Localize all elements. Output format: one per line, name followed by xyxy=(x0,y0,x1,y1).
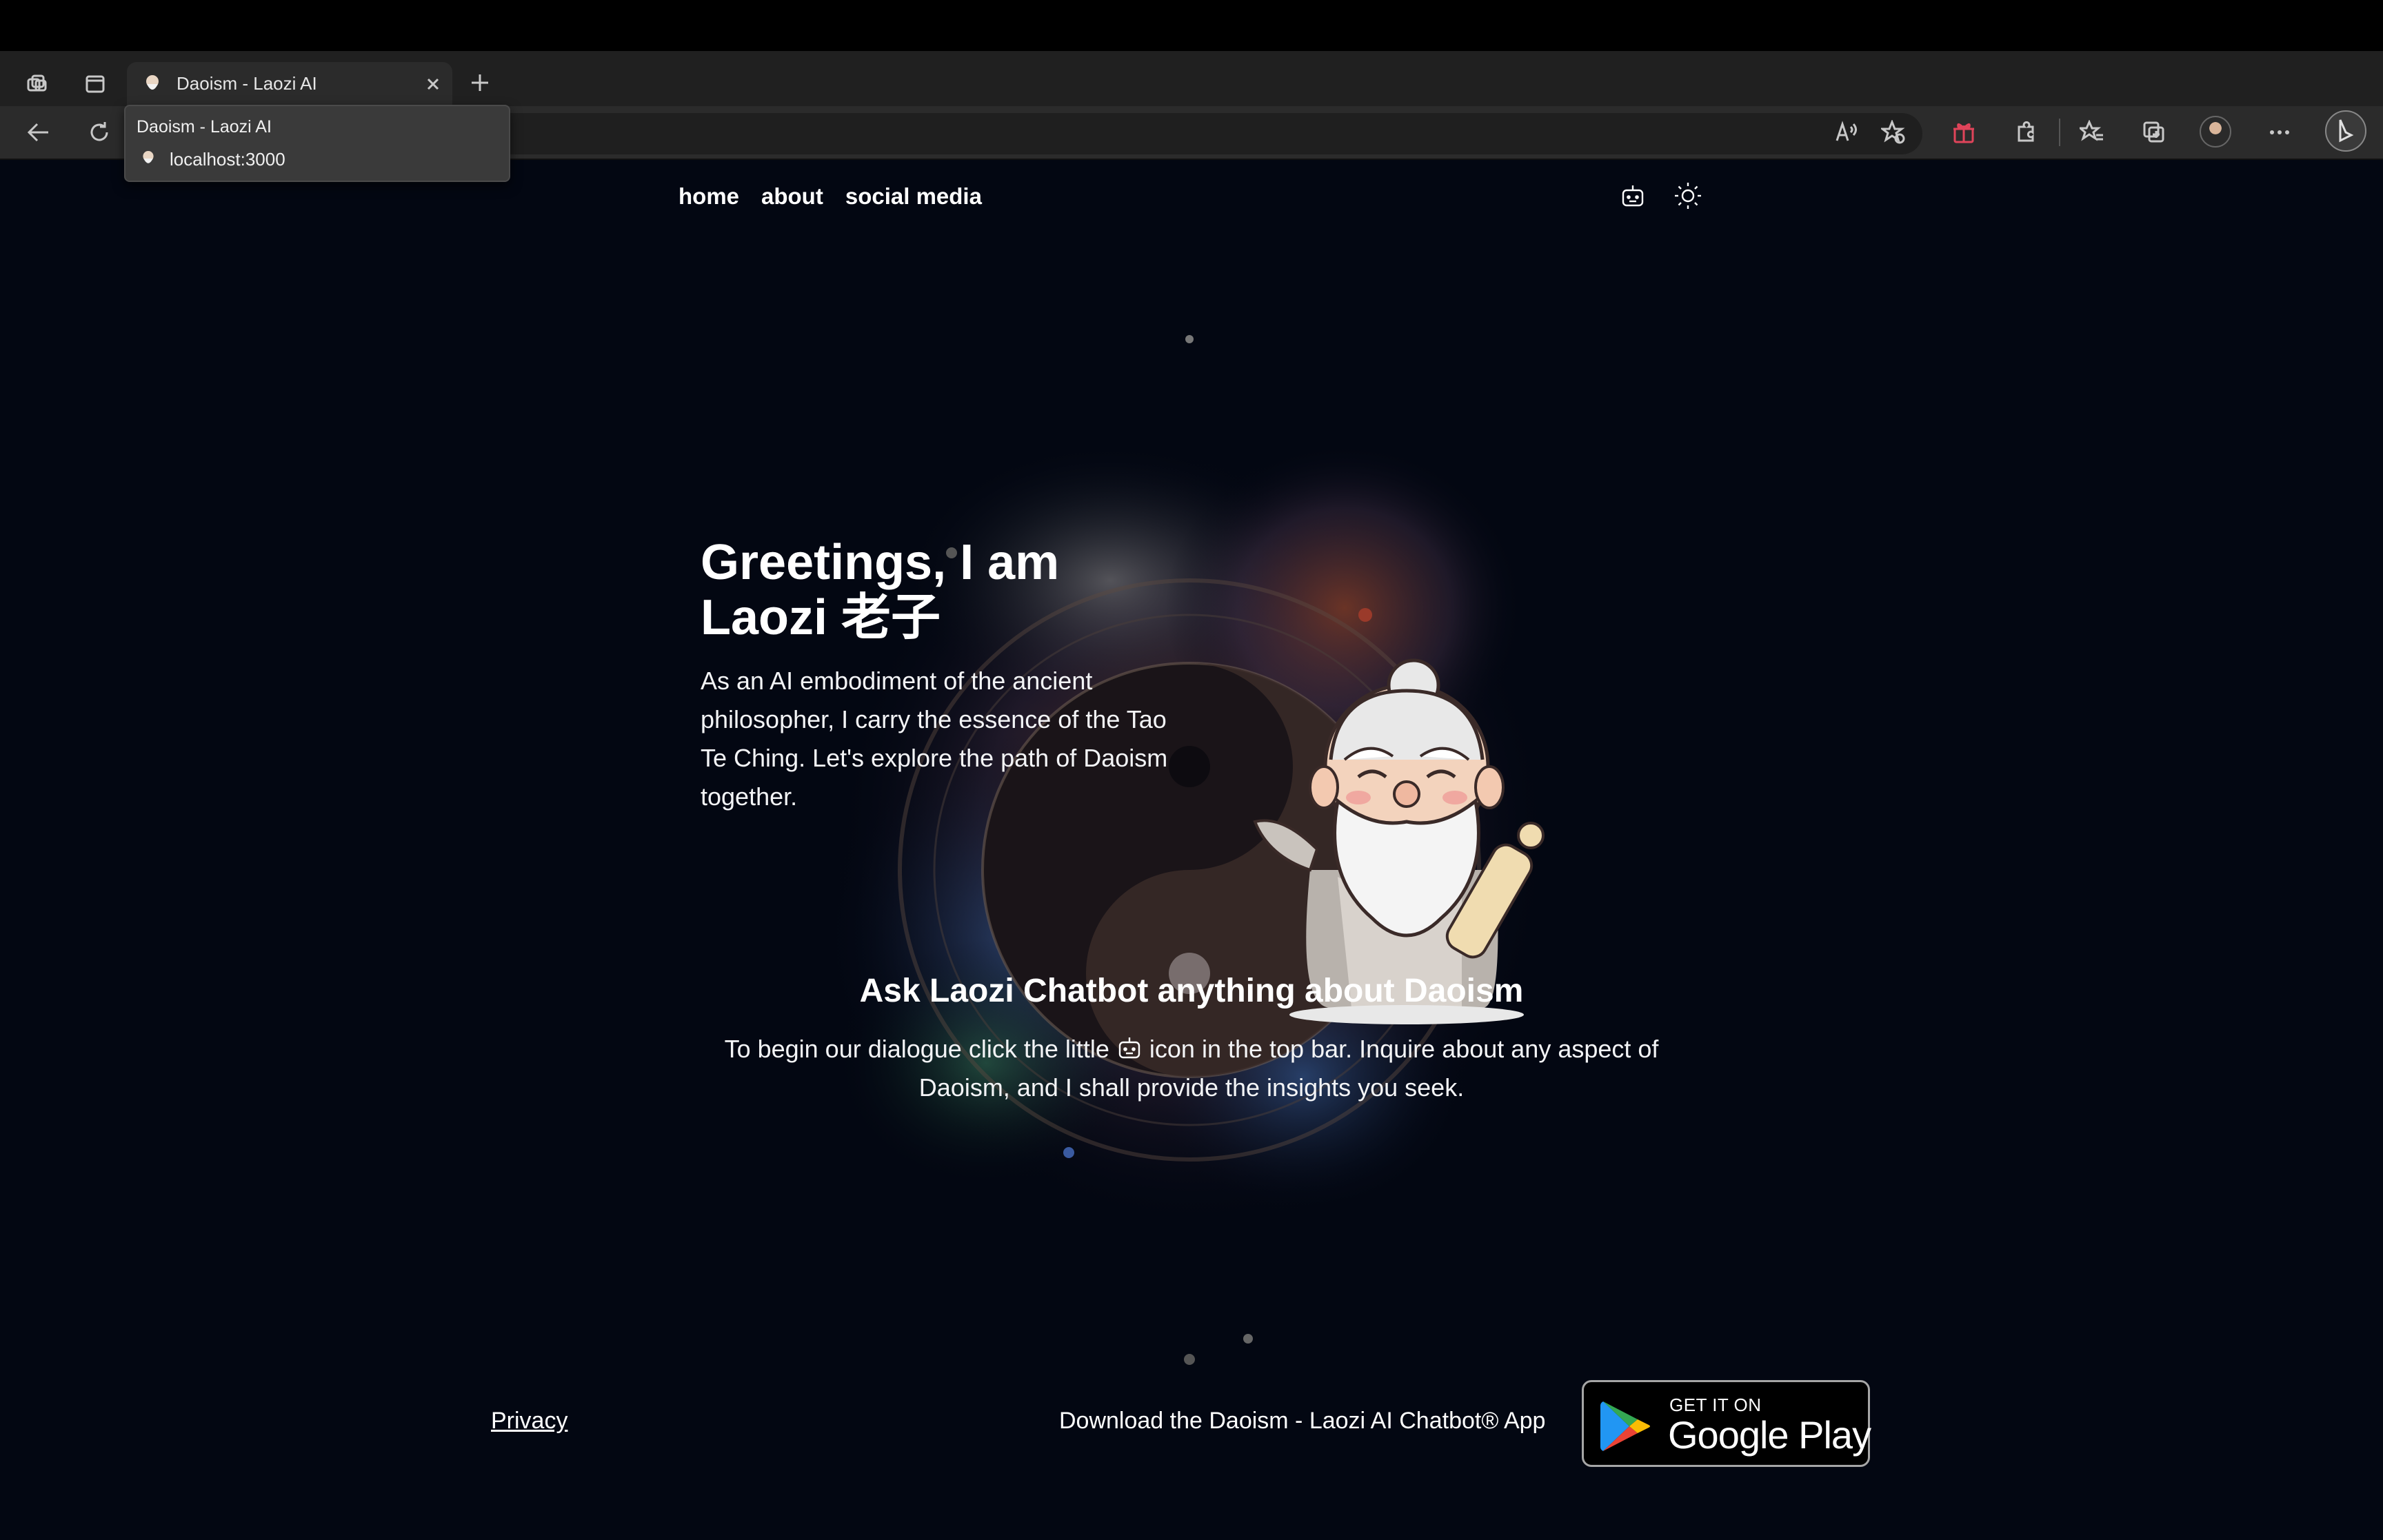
add-favorite-icon[interactable] xyxy=(1878,117,1909,148)
tab-title: Daoism - Laozi AI xyxy=(177,73,317,94)
ask-text-before: To begin our dialogue click the little xyxy=(724,1035,1109,1063)
close-tab-icon[interactable] xyxy=(422,73,444,95)
nav-social-media-link[interactable]: social media xyxy=(845,183,982,210)
theme-toggle-sun-icon[interactable] xyxy=(1673,181,1703,211)
ask-instructions: To begin our dialogue click the little ic… xyxy=(690,1030,1693,1107)
nav-about-link[interactable]: about xyxy=(761,183,823,210)
bing-chat-icon[interactable] xyxy=(2325,110,2366,152)
back-icon[interactable] xyxy=(23,117,54,148)
laozi-favicon-icon xyxy=(143,151,154,163)
hero-heading: Greetings, I am Laozi 老子 xyxy=(701,535,1059,645)
toolbar-separator xyxy=(2059,119,2060,146)
workspaces-icon[interactable] xyxy=(23,70,51,98)
inline-chatbot-icon xyxy=(1115,1034,1144,1062)
tab-hover-tooltip: Daoism - Laozi AI localhost:3000 xyxy=(124,105,510,182)
main-nav: home about social media xyxy=(678,183,982,210)
google-play-badge[interactable]: GET IT ON Google Play xyxy=(1582,1380,1871,1467)
collections-icon[interactable] xyxy=(2139,117,2169,148)
hero-description: As an AI embodiment of the ancient philo… xyxy=(701,667,1168,811)
tab-actions-icon[interactable] xyxy=(81,70,109,98)
more-icon[interactable] xyxy=(2264,117,2295,148)
hero-heading-line1: Greetings, I am xyxy=(701,535,1060,590)
web-page: home about social media Greetings, I am … xyxy=(0,160,2383,1540)
tooltip-url: localhost:3000 xyxy=(170,149,285,170)
laozi-favicon-icon xyxy=(146,75,159,90)
privacy-link[interactable]: Privacy xyxy=(491,1408,567,1435)
laozi-yin-yang-illustration xyxy=(821,335,1551,1365)
tooltip-title: Daoism - Laozi AI xyxy=(137,117,272,136)
browser-tab[interactable]: Daoism - Laozi AI xyxy=(127,62,452,106)
badge-google-play: Google Play xyxy=(1668,1413,1871,1457)
refresh-icon[interactable] xyxy=(84,117,114,148)
chatbot-icon[interactable] xyxy=(1618,181,1648,211)
download-app-text: Download the Daoism - Laozi AI Chatbot® … xyxy=(1059,1408,1546,1434)
new-tab-icon[interactable] xyxy=(466,69,494,97)
hero-heading-line2: Laozi 老子 xyxy=(701,590,941,645)
ask-heading: Ask Laozi Chatbot anything about Daoism xyxy=(859,973,1524,1009)
favorites-icon[interactable] xyxy=(2077,117,2107,148)
screen-bezel xyxy=(0,0,2383,51)
nav-home-link[interactable]: home xyxy=(678,183,739,210)
google-play-logo-icon xyxy=(1600,1401,1650,1451)
gift-icon[interactable] xyxy=(1949,117,1979,148)
profile-avatar[interactable] xyxy=(2200,116,2231,148)
extensions-icon[interactable] xyxy=(2011,117,2041,148)
read-aloud-icon[interactable] xyxy=(1831,117,1862,148)
